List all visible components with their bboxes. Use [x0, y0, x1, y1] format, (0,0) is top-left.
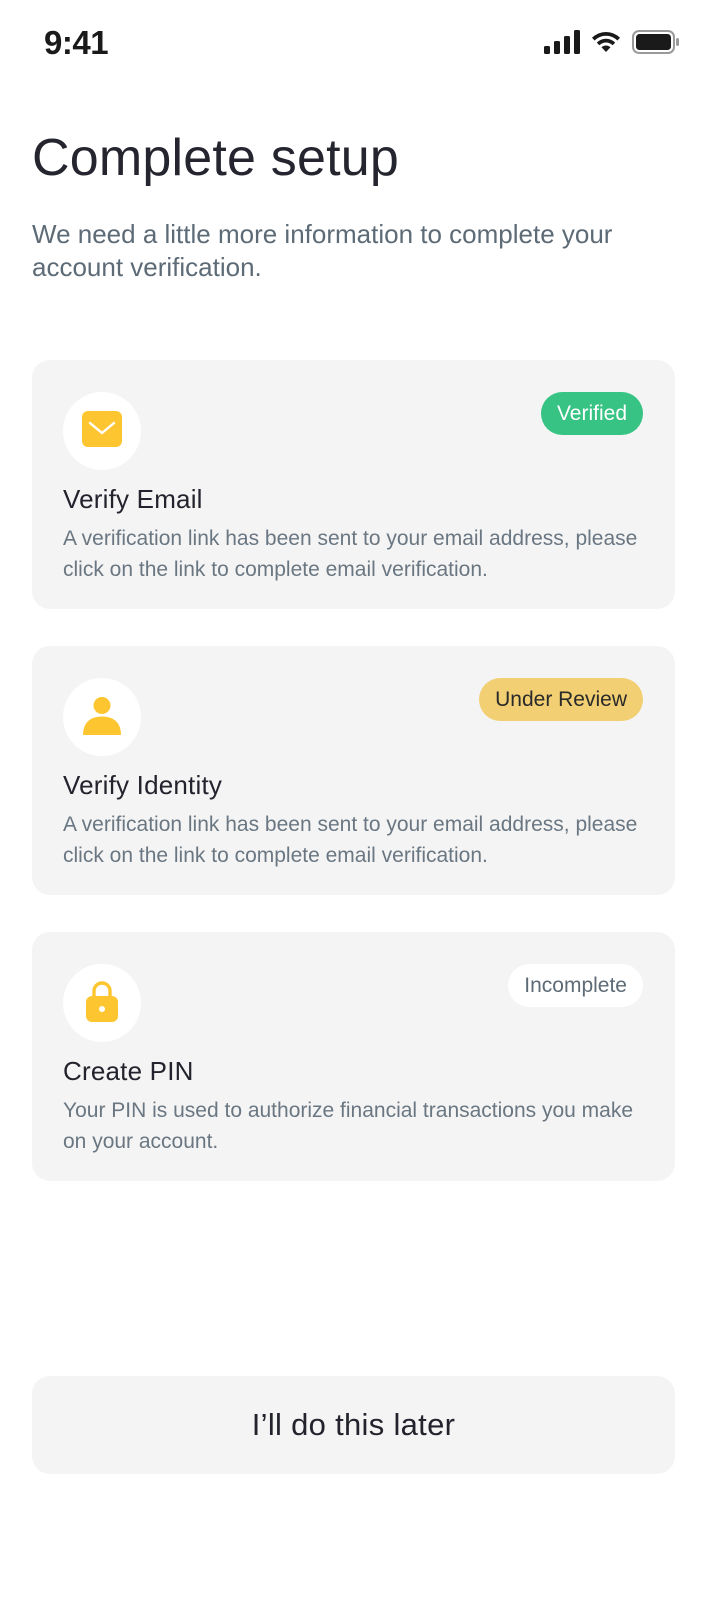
wifi-icon: [590, 30, 622, 54]
card-title: Create PIN: [63, 1056, 194, 1086]
create-pin-card[interactable]: Incomplete Create PIN Your PIN is used t…: [32, 932, 675, 1181]
verify-email-card[interactable]: Verified Verify Email A verification lin…: [32, 360, 675, 609]
complete-setup-screen: 9:41 Complete setup We need a little mor…: [0, 0, 720, 1600]
battery-icon: [632, 30, 680, 54]
cellular-signal-icon: [544, 30, 580, 54]
card-description: A verification link has been sent to you…: [63, 813, 638, 867]
do-this-later-button[interactable]: I’ll do this later: [32, 1376, 675, 1474]
page-title: Complete setup: [32, 129, 400, 187]
card-icon-container: [63, 392, 141, 470]
card-icon-container: [63, 964, 141, 1042]
status-time: 9:41: [44, 24, 109, 61]
lock-icon: [85, 980, 119, 1027]
status-badge-under-review: Under Review: [479, 678, 643, 721]
card-description: A verification link has been sent to you…: [63, 527, 638, 581]
status-badge-verified: Verified: [540, 392, 643, 435]
card-icon-container: [63, 678, 141, 756]
card-description: Your PIN is used to authorize financial …: [63, 1099, 634, 1153]
envelope-icon: [82, 410, 122, 452]
page-subtitle: We need a little more information to com…: [32, 219, 613, 282]
status-bar: 9:41: [0, 0, 720, 90]
verify-identity-card[interactable]: Under Review Verify Identity A verificat…: [32, 646, 675, 895]
card-title: Verify Email: [63, 484, 203, 514]
user-icon: [82, 695, 122, 740]
card-title: Verify Identity: [63, 770, 223, 800]
status-badge-incomplete: Incomplete: [508, 964, 643, 1007]
status-icons: [544, 30, 680, 54]
